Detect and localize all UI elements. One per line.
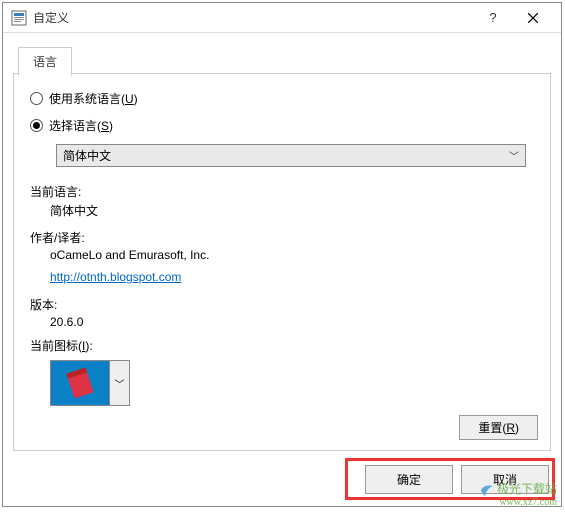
cancel-button[interactable]: 取消 — [461, 465, 549, 494]
radio-select-language[interactable]: 选择语言(S) — [30, 117, 534, 134]
dialog-window: 自定义 ? 语言 使用系统语言(U) 选择语言(S) 简体中文 ﹀ — [2, 2, 562, 507]
version-label: 版本: — [30, 296, 534, 313]
chevron-down-icon: ﹀ — [509, 148, 519, 163]
content-area: 语言 使用系统语言(U) 选择语言(S) 简体中文 ﹀ 当前语言: 简体中文 — [3, 33, 561, 506]
language-select[interactable]: 简体中文 ﹀ — [56, 144, 526, 167]
author-link[interactable]: http://otnth.blogspot.com — [50, 270, 181, 284]
app-icon — [11, 10, 27, 26]
window-title: 自定义 — [33, 9, 473, 26]
document-icon — [65, 366, 95, 399]
current-language-value: 简体中文 — [50, 202, 534, 219]
radio-use-system-language[interactable]: 使用系统语言(U) — [30, 90, 534, 107]
current-language-label: 当前语言: — [30, 183, 534, 200]
ok-button[interactable]: 确定 — [365, 465, 453, 494]
close-icon — [528, 13, 538, 23]
icon-picker-dropdown[interactable]: ﹀ — [109, 361, 129, 405]
select-value: 简体中文 — [63, 147, 111, 164]
author-label: 作者/译者: — [30, 229, 534, 246]
icon-picker[interactable]: ﹀ — [50, 360, 130, 406]
close-button[interactable] — [513, 3, 553, 33]
radio-icon — [30, 119, 43, 132]
chevron-down-icon: ﹀ — [115, 376, 125, 391]
icon-preview — [51, 361, 109, 405]
tab-panel: 使用系统语言(U) 选择语言(S) 简体中文 ﹀ 当前语言: 简体中文 作者/译… — [13, 73, 551, 451]
current-icon-label: 当前图标(I): — [30, 337, 534, 354]
tabstrip: 语言 — [18, 47, 72, 76]
tab-language[interactable]: 语言 — [18, 47, 72, 76]
author-value: oCameLo and Emurasoft, Inc. — [50, 248, 534, 262]
reset-button[interactable]: 重置(R) — [459, 415, 538, 440]
titlebar: 自定义 ? — [3, 3, 561, 33]
help-button[interactable]: ? — [473, 3, 513, 33]
radio-icon — [30, 92, 43, 105]
version-value: 20.6.0 — [50, 315, 534, 329]
dialog-buttons: 确定 取消 — [365, 465, 549, 494]
